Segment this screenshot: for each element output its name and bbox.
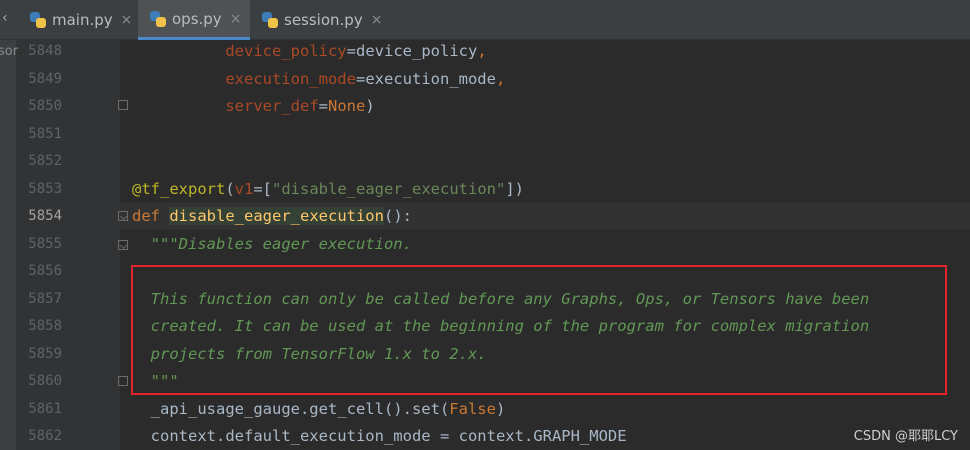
- side-panel-strip[interactable]: [0, 40, 16, 450]
- watermark: CSDN @耶耶LCY: [853, 429, 958, 444]
- python-file-icon: [30, 12, 46, 28]
- tab-ops-py[interactable]: ops.py ×: [138, 0, 250, 40]
- tab-label: session.py: [284, 11, 363, 29]
- code-line-current[interactable]: def disable_eager_execution():: [132, 203, 412, 230]
- line-number: 5856: [28, 263, 62, 279]
- code-line[interactable]: server_def=None): [132, 93, 374, 120]
- line-number: 5855: [28, 236, 62, 252]
- line-number: 5852: [28, 153, 62, 169]
- code-line[interactable]: _api_usage_gauge.get_cell().set(False): [132, 396, 506, 423]
- code-line[interactable]: execution_mode=execution_mode,: [132, 66, 505, 93]
- close-icon[interactable]: ×: [121, 12, 133, 28]
- code-line[interactable]: device_policy=device_policy,: [132, 38, 486, 65]
- close-icon[interactable]: ×: [230, 11, 242, 27]
- scroll-tabs-left-icon[interactable]: ‹: [2, 10, 12, 28]
- line-number: 5858: [28, 318, 62, 334]
- line-number: 5857: [28, 291, 62, 307]
- tab-label: ops.py: [172, 9, 222, 28]
- line-number: 5848: [28, 43, 62, 59]
- editor-tab-bar: ‹ main.py × ops.py × session.py ×: [0, 0, 970, 40]
- close-icon[interactable]: ×: [371, 12, 383, 28]
- fold-marker-icon[interactable]: [118, 211, 128, 221]
- line-number: 5859: [28, 346, 62, 362]
- python-file-icon: [262, 12, 278, 28]
- fold-marker-icon[interactable]: [118, 376, 128, 386]
- line-number: 5861: [28, 401, 62, 417]
- tab-session-py[interactable]: session.py ×: [254, 0, 390, 40]
- line-number: 5849: [28, 71, 62, 87]
- line-number: 5860: [28, 373, 62, 389]
- line-number: 5862: [28, 428, 62, 444]
- side-panel-label: sor: [0, 44, 19, 59]
- line-number: 5851: [28, 126, 62, 142]
- tab-label: main.py: [52, 11, 113, 29]
- code-line[interactable]: context.default_execution_mode = context…: [132, 423, 627, 450]
- code-line[interactable]: """Disables eager execution.: [132, 231, 412, 258]
- fold-marker-icon[interactable]: [118, 240, 128, 250]
- line-number: 5850: [28, 98, 62, 114]
- line-number-current: 5854: [28, 208, 62, 224]
- python-file-icon: [150, 10, 166, 27]
- highlight-annotation-box: [131, 265, 947, 395]
- tab-main-py[interactable]: main.py ×: [22, 0, 134, 40]
- fold-marker-icon[interactable]: [118, 100, 128, 110]
- code-line[interactable]: @tf_export(v1=["disable_eager_execution"…: [132, 176, 524, 203]
- line-number: 5853: [28, 181, 62, 197]
